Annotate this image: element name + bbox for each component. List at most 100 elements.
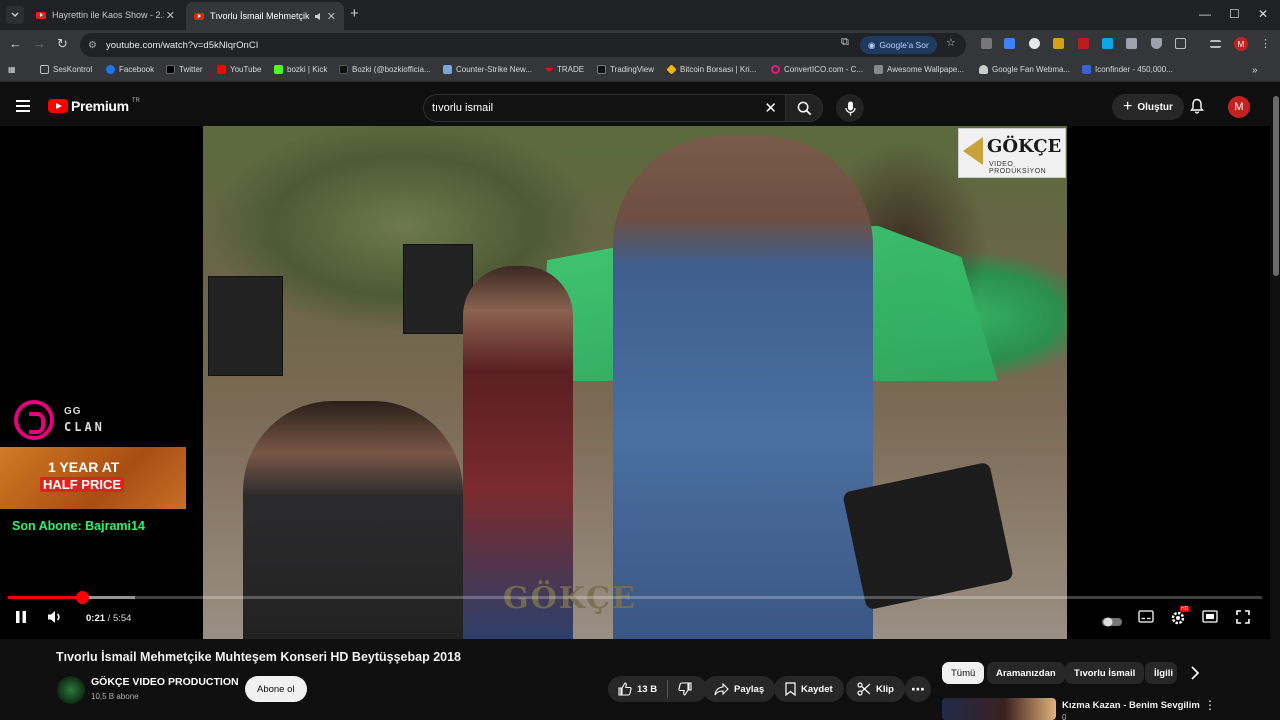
close-window-icon[interactable]: ✕ — [1258, 7, 1268, 21]
recommendation-thumbnail[interactable] — [942, 698, 1056, 720]
apps-grid-icon[interactable]: ▦ — [8, 65, 16, 74]
clip-button[interactable]: Klip — [846, 676, 905, 702]
google-ask-button[interactable]: ◉ Google'a Sor — [860, 36, 937, 54]
search-button[interactable] — [785, 94, 823, 122]
new-tab-plus-icon[interactable]: + — [350, 6, 359, 22]
scrollbar-thumb[interactable] — [1273, 96, 1279, 276]
notifications-bell-icon[interactable] — [1190, 98, 1204, 119]
bookmark-label: Iconfinder - 450,000... — [1095, 65, 1173, 74]
more-actions-button[interactable]: ⋯ — [905, 676, 931, 702]
browser-tab-bar: Hayrettin ile Kaos Show - 2.Sez ✕ Tıvorl… — [0, 0, 1280, 30]
bookmark-star-icon[interactable]: ☆ — [946, 36, 956, 49]
bookmark-item[interactable]: TradingView — [597, 65, 654, 74]
voice-search-button[interactable] — [836, 94, 864, 122]
bookmark-item[interactable]: TRADE — [545, 65, 584, 74]
reading-list-icon[interactable] — [1210, 40, 1221, 48]
subtitles-button[interactable] — [1138, 610, 1154, 628]
fullscreen-icon — [1236, 610, 1250, 624]
youtube-premium-logo[interactable]: Premium TR — [48, 98, 140, 114]
close-tab-icon[interactable]: ✕ — [166, 9, 175, 22]
pause-button[interactable] — [14, 610, 28, 629]
scrubber-handle[interactable] — [75, 591, 89, 604]
like-button[interactable]: 13 B — [608, 676, 708, 702]
google-fan-icon — [979, 65, 988, 74]
bookmark-item[interactable]: YouTube — [217, 65, 261, 74]
omnibox[interactable]: ⚙ youtube.com/watch?v=d5kNlqrOnCI — [80, 33, 966, 57]
maximize-icon[interactable]: ☐ — [1229, 7, 1240, 21]
chip-from-search[interactable]: Aramanızdan — [987, 662, 1065, 684]
minimize-icon[interactable]: — — [1199, 7, 1211, 21]
volume-icon — [48, 611, 60, 623]
extension-icon[interactable] — [1053, 38, 1064, 49]
extension-icon[interactable] — [1102, 38, 1113, 49]
extension-icon[interactable] — [1126, 38, 1137, 49]
bookmark-label: YouTube — [230, 65, 262, 74]
recommendation-more-vertical-icon[interactable]: ⋮ — [1204, 698, 1216, 712]
progress-bar[interactable] — [8, 591, 1262, 604]
back-arrow-icon[interactable]: ← — [9, 36, 22, 51]
extension-icon[interactable] — [1078, 38, 1089, 49]
bookmark-item[interactable]: Bitcoin Borsası | Kri... — [666, 64, 756, 75]
site-info-icon[interactable]: ⚙ — [88, 40, 100, 51]
recommendation-title[interactable]: Kızma Kazan - Benim Sevgilim — [1062, 700, 1200, 711]
bookmark-item[interactable]: Iconfinder - 450,000... — [1082, 65, 1173, 74]
subtitles-icon — [1138, 610, 1154, 623]
speaker-icon[interactable] — [314, 12, 324, 21]
more-horizontal-icon: ⋯ — [911, 681, 925, 697]
install-app-icon[interactable]: ⧉ — [841, 36, 849, 49]
forward-arrow-icon[interactable]: → — [33, 36, 46, 51]
channel-avatar[interactable] — [57, 676, 85, 704]
bookmark-item[interactable]: ConvertICO.com - C... — [771, 65, 863, 74]
youtube-header: Premium TR ✕ + Oluştur M — [0, 86, 1280, 126]
current-time: 0:21 — [86, 613, 106, 624]
more-bookmarks-chevron-icon[interactable]: » — [1252, 65, 1258, 76]
chip-all[interactable]: Tümü — [942, 662, 985, 684]
save-button[interactable]: Kaydet — [774, 676, 844, 702]
bookmark-item[interactable]: Google Fan Webma... — [979, 65, 1070, 74]
extension-translate-icon[interactable] — [1004, 38, 1015, 49]
close-tab-icon[interactable]: ✕ — [327, 10, 336, 23]
clear-search-icon[interactable]: ✕ — [764, 99, 777, 117]
fullscreen-button[interactable] — [1236, 610, 1250, 629]
bookmark-item[interactable]: Awesome Wallpape... — [874, 65, 964, 74]
tab-search-button[interactable] — [6, 6, 24, 24]
extension-icon[interactable] — [981, 38, 992, 49]
tiktok-icon — [339, 65, 348, 74]
youtube-favicon-icon — [36, 11, 46, 19]
extensions-puzzle-icon[interactable] — [1175, 38, 1186, 49]
bookmark-item[interactable]: bozki | Kick — [274, 65, 327, 74]
shield-icon[interactable] — [1151, 38, 1162, 49]
browser-tab[interactable]: Hayrettin ile Kaos Show - 2.Sez ✕ — [28, 4, 183, 26]
browser-tab-active[interactable]: Tıvorlu İsmail Mehmetçike M ✕ — [186, 2, 344, 30]
settings-button[interactable]: HD — [1170, 606, 1190, 631]
chips-next-button[interactable] — [1190, 666, 1200, 685]
more-vertical-icon[interactable]: ⋮ — [1260, 37, 1271, 50]
video-player[interactable]: GÖKÇE VIDEO PRODÜKSİYON GÖKÇE GG CLAN 1 … — [0, 126, 1270, 639]
extension-icon[interactable] — [1029, 38, 1040, 49]
account-avatar[interactable]: M — [1228, 96, 1250, 118]
thumbs-down-icon[interactable] — [678, 682, 692, 696]
create-button[interactable]: + Oluştur — [1112, 94, 1184, 120]
page-scrollbar[interactable] — [1272, 86, 1280, 720]
share-button[interactable]: Paylaş — [703, 676, 776, 702]
reload-icon[interactable]: ↻ — [57, 36, 68, 52]
chip-related[interactable]: İlgili — [1145, 662, 1177, 684]
bookmark-item[interactable]: Facebook — [106, 65, 154, 74]
channel-name[interactable]: GÖKÇE VIDEO PRODUCTION — [91, 676, 239, 688]
bookmark-item[interactable]: Counter-Strike New... — [443, 65, 532, 74]
subscribe-button[interactable]: Abone ol — [245, 676, 307, 702]
volume-button[interactable] — [47, 610, 63, 629]
chip-tivorlu-ismail[interactable]: Tıvorlu İsmail — [1065, 662, 1145, 684]
profile-avatar[interactable]: M — [1234, 37, 1248, 51]
search-input[interactable] — [432, 102, 752, 114]
youtube-icon — [217, 65, 226, 74]
video-title: Tıvorlu İsmail Mehmetçike Muhteşem Konse… — [56, 650, 461, 664]
converticon-icon — [771, 65, 780, 74]
bookmark-item[interactable]: SesKontrol — [40, 65, 92, 74]
autoplay-toggle[interactable] — [1102, 614, 1122, 632]
iconfinder-icon — [1082, 65, 1091, 74]
menu-icon[interactable] — [16, 100, 30, 115]
miniplayer-button[interactable] — [1202, 610, 1218, 628]
bookmark-item[interactable]: Bozki (@bozkiofficia... — [339, 65, 431, 74]
bookmark-item[interactable]: Twitter — [166, 65, 203, 74]
